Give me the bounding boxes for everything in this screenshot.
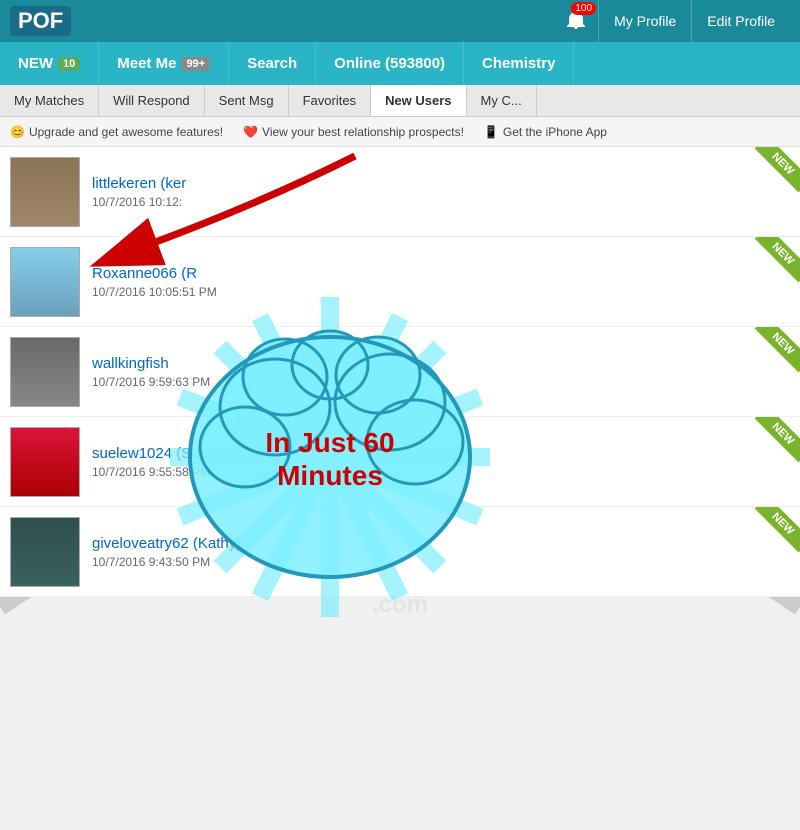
profile-name[interactable]: wallkingfish (92, 355, 790, 372)
nav-item-meetme[interactable]: Meet Me 99+ (99, 42, 229, 85)
promo-bar: 😊 Upgrade and get awesome features! ❤️ V… (0, 117, 800, 147)
new-badge-wrap: NEW (745, 237, 800, 292)
my-profile-button[interactable]: My Profile (598, 0, 691, 42)
meetme-badge: 99+ (181, 57, 210, 71)
profile-row[interactable]: wallkingfish 10/7/2016 9:59:63 PM NEW (0, 327, 800, 417)
new-label: NEW (755, 237, 800, 282)
subnav-my-matches[interactable]: My Matches (0, 85, 99, 117)
profile-date: 10/7/2016 10:05:51 PM (92, 285, 790, 299)
header: POF 100 My Profile Edit Profile (0, 0, 800, 42)
profile-row[interactable]: Roxanne066 (R 10/7/2016 10:05:51 PM NEW (0, 237, 800, 327)
avatar (10, 517, 80, 587)
profile-info: giveloveatry62 (Kathy) 10/7/2016 9:43:50… (92, 535, 790, 569)
nav-item-new[interactable]: NEW 10 (0, 42, 99, 85)
profile-info: wallkingfish 10/7/2016 9:59:63 PM (92, 355, 790, 389)
avatar (10, 337, 80, 407)
promo-relationship[interactable]: ❤️ View your best relationship prospects… (243, 125, 464, 139)
promo-phone-icon: 📱 (484, 125, 499, 139)
promo-iphone[interactable]: 📱 Get the iPhone App (484, 125, 607, 139)
subnav-new-users[interactable]: New Users (371, 85, 466, 117)
avatar (10, 157, 80, 227)
profile-name[interactable]: littlekeren (ker (92, 175, 790, 192)
notification-icon[interactable]: 100 (564, 7, 588, 36)
header-right: 100 My Profile Edit Profile (564, 0, 790, 42)
profile-date: 10/7/2016 9:43:50 PM (92, 555, 790, 569)
new-badge: 10 (58, 57, 80, 71)
logo[interactable]: POF (10, 6, 71, 36)
edit-profile-button[interactable]: Edit Profile (691, 0, 790, 42)
new-badge-wrap: NEW (745, 147, 800, 202)
promo-relationship-text: View your best relationship prospects! (262, 125, 464, 139)
notification-badge: 100 (571, 2, 596, 15)
profile-row[interactable]: giveloveatry62 (Kathy) 10/7/2016 9:43:50… (0, 507, 800, 597)
promo-heart-icon: ❤️ (243, 125, 258, 139)
promo-upgrade[interactable]: 😊 Upgrade and get awesome features! (10, 125, 223, 139)
new-label: NEW (755, 147, 800, 192)
profile-row[interactable]: suelew1024 (Sue) 10/7/2016 9:55:58 PM NE… (0, 417, 800, 507)
promo-iphone-text: Get the iPhone App (503, 125, 607, 139)
new-badge-wrap: NEW (745, 507, 800, 562)
nav-item-chemistry[interactable]: Chemistry (464, 42, 574, 85)
profile-date: 10/7/2016 9:55:58 PM (92, 465, 790, 479)
profile-name[interactable]: Roxanne066 (R (92, 265, 790, 282)
new-badge-wrap: NEW (745, 417, 800, 472)
subnav-sent-msg[interactable]: Sent Msg (205, 85, 289, 117)
profile-date: 10/7/2016 9:59:63 PM (92, 375, 790, 389)
avatar (10, 427, 80, 497)
new-label: NEW (755, 417, 800, 462)
profile-name[interactable]: giveloveatry62 (Kathy) (92, 535, 790, 552)
content-area: Scrapers Bots .com littlekeren (ker 10/7… (0, 147, 800, 830)
new-badge-wrap: NEW (745, 327, 800, 382)
new-label: NEW (755, 327, 800, 372)
nav-item-online[interactable]: Online (593800) (316, 42, 464, 85)
subnav-will-respond[interactable]: Will Respond (99, 85, 205, 117)
promo-upgrade-text: Upgrade and get awesome features! (29, 125, 223, 139)
profile-info: Roxanne066 (R 10/7/2016 10:05:51 PM (92, 265, 790, 299)
subnav-favorites[interactable]: Favorites (289, 85, 371, 117)
profile-list: littlekeren (ker 10/7/2016 10:12: NEW Ro… (0, 147, 800, 597)
subnav-my-c[interactable]: My C... (467, 85, 537, 117)
profile-row[interactable]: littlekeren (ker 10/7/2016 10:12: NEW (0, 147, 800, 237)
profile-info: suelew1024 (Sue) 10/7/2016 9:55:58 PM (92, 445, 790, 479)
avatar (10, 247, 80, 317)
promo-upgrade-icon: 😊 (10, 125, 25, 139)
new-label: NEW (755, 507, 800, 552)
profile-info: littlekeren (ker 10/7/2016 10:12: (92, 175, 790, 209)
subnav: My Matches Will Respond Sent Msg Favorit… (0, 85, 800, 117)
nav-item-search[interactable]: Search (229, 42, 316, 85)
profile-name[interactable]: suelew1024 (Sue) (92, 445, 790, 462)
navbar: NEW 10 Meet Me 99+ Search Online (593800… (0, 42, 800, 85)
profile-date: 10/7/2016 10:12: (92, 195, 790, 209)
